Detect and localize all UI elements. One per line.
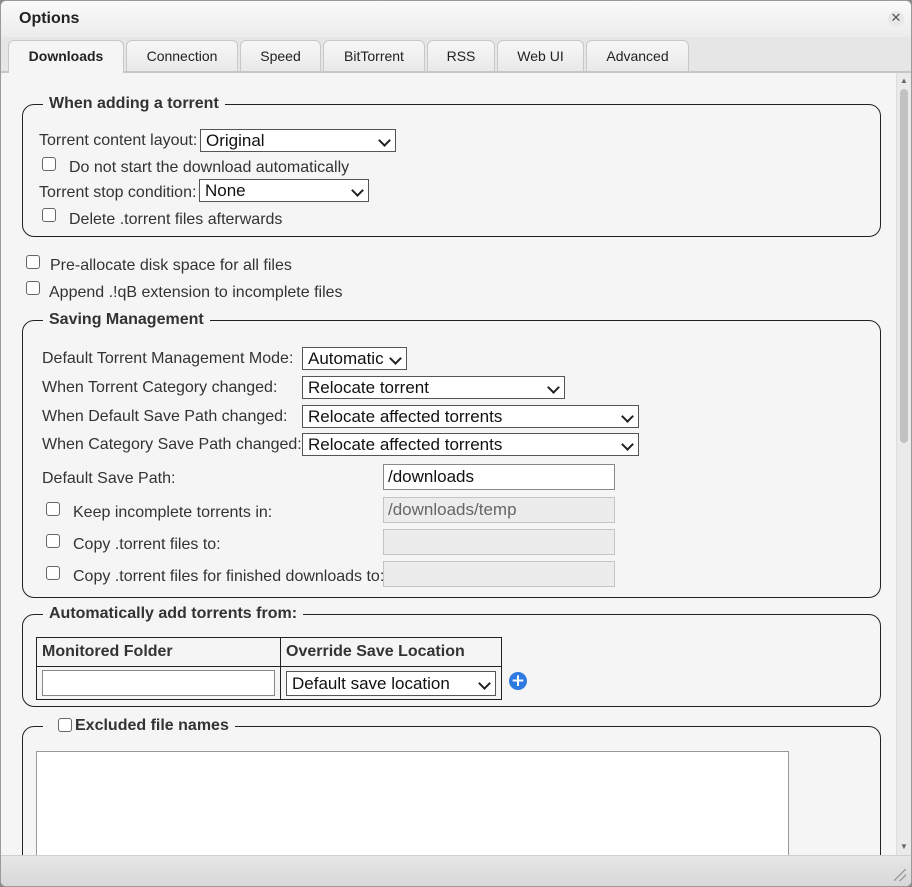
vertical-scrollbar[interactable]: ▲ ▼ bbox=[896, 73, 911, 855]
saving-management-legend: Saving Management bbox=[49, 311, 204, 328]
tab-bittorrent[interactable]: BitTorrent bbox=[323, 40, 425, 71]
excluded-checkbox[interactable] bbox=[58, 718, 72, 732]
resize-grip-icon[interactable] bbox=[894, 869, 906, 881]
chevron-down-icon bbox=[478, 677, 491, 690]
copy-finished-label: Copy .torrent files for finished downloa… bbox=[73, 568, 385, 585]
keep-incomplete-label: Keep incomplete torrents in: bbox=[73, 504, 273, 521]
copy-finished-checkbox[interactable] bbox=[46, 566, 60, 580]
copy-torrent-label: Copy .torrent files to: bbox=[73, 536, 221, 553]
tab-webui[interactable]: Web UI bbox=[497, 40, 584, 71]
stop-condition-select[interactable]: None bbox=[199, 179, 369, 202]
save-path-input[interactable]: /downloads bbox=[383, 464, 615, 490]
save-location-select[interactable]: Default save location bbox=[286, 671, 496, 696]
copy-finished-input[interactable] bbox=[383, 561, 615, 587]
default-path-changed-select[interactable]: Relocate affected torrents bbox=[302, 405, 639, 428]
category-changed-select[interactable]: Relocate torrent bbox=[302, 376, 565, 399]
monitored-folders-table: Monitored Folder Override Save Location … bbox=[36, 637, 502, 700]
no-autostart-label: Do not start the download automatically bbox=[69, 159, 350, 176]
adding-torrent-legend: When adding a torrent bbox=[49, 95, 219, 112]
table-row: Default save location bbox=[36, 666, 502, 700]
chevron-down-icon bbox=[547, 381, 560, 394]
dialog-footer bbox=[1, 855, 911, 886]
mode-select[interactable]: Automatic bbox=[302, 347, 407, 370]
scroll-thumb[interactable] bbox=[900, 89, 908, 443]
delete-torrent-checkbox[interactable] bbox=[42, 208, 56, 222]
stop-condition-label: Torrent stop condition: bbox=[39, 184, 197, 201]
category-changed-label: When Torrent Category changed: bbox=[42, 379, 278, 396]
default-path-changed-label: When Default Save Path changed: bbox=[42, 408, 288, 425]
options-dialog: Options ✕ Downloads Connection Speed Bit… bbox=[0, 0, 912, 887]
chevron-down-icon bbox=[389, 352, 402, 365]
stop-condition-value: None bbox=[205, 181, 246, 200]
monitored-folder-input[interactable] bbox=[42, 670, 275, 696]
default-path-changed-value: Relocate affected torrents bbox=[308, 407, 503, 426]
dialog-title: Options bbox=[19, 10, 80, 27]
chevron-down-icon bbox=[621, 438, 634, 451]
downloads-panel: When adding a torrent Torrent content la… bbox=[1, 73, 897, 855]
tab-downloads[interactable]: Downloads bbox=[8, 40, 124, 73]
chevron-down-icon bbox=[621, 410, 634, 423]
content-layout-select[interactable]: Original bbox=[200, 129, 396, 152]
tab-advanced[interactable]: Advanced bbox=[586, 40, 689, 71]
monitored-folder-header: Monitored Folder bbox=[36, 637, 281, 667]
excluded-names-textarea[interactable] bbox=[36, 751, 789, 855]
delete-torrent-label: Delete .torrent files afterwards bbox=[69, 211, 283, 228]
keep-incomplete-checkbox[interactable] bbox=[46, 502, 60, 516]
chevron-down-icon bbox=[351, 184, 364, 197]
mode-label: Default Torrent Management Mode: bbox=[42, 350, 294, 367]
category-path-changed-value: Relocate affected torrents bbox=[308, 435, 503, 454]
no-autostart-checkbox[interactable] bbox=[42, 157, 56, 171]
save-path-label: Default Save Path: bbox=[42, 470, 176, 487]
append-ext-checkbox[interactable] bbox=[26, 281, 40, 295]
content-layout-label: Torrent content layout: bbox=[39, 132, 198, 149]
mode-value: Automatic bbox=[308, 349, 384, 368]
preallocate-checkbox[interactable] bbox=[26, 255, 40, 269]
scroll-down-icon[interactable]: ▼ bbox=[899, 842, 909, 852]
autoadd-legend: Automatically add torrents from: bbox=[49, 605, 298, 622]
category-path-changed-label: When Category Save Path changed: bbox=[42, 436, 302, 453]
content-layout-value: Original bbox=[206, 131, 265, 150]
category-path-changed-select[interactable]: Relocate affected torrents bbox=[302, 433, 639, 456]
folder-cell bbox=[36, 666, 281, 700]
incomplete-path-input[interactable]: /downloads/temp bbox=[383, 497, 615, 523]
tab-speed[interactable]: Speed bbox=[240, 40, 321, 71]
title-bar[interactable]: Options ✕ bbox=[1, 1, 911, 38]
location-cell: Default save location bbox=[280, 666, 502, 700]
append-ext-label: Append .!qB extension to incomplete file… bbox=[49, 284, 343, 301]
copy-torrent-input[interactable] bbox=[383, 529, 615, 555]
close-icon[interactable]: ✕ bbox=[888, 11, 904, 27]
chevron-down-icon bbox=[378, 134, 391, 147]
save-location-value: Default save location bbox=[292, 674, 450, 693]
category-changed-value: Relocate torrent bbox=[308, 378, 429, 397]
copy-torrent-checkbox[interactable] bbox=[46, 534, 60, 548]
tab-bar: Downloads Connection Speed BitTorrent RS… bbox=[1, 37, 911, 73]
tab-rss[interactable]: RSS bbox=[427, 40, 495, 71]
tab-connection[interactable]: Connection bbox=[126, 40, 238, 71]
override-location-header: Override Save Location bbox=[280, 637, 502, 667]
preallocate-label: Pre-allocate disk space for all files bbox=[50, 257, 292, 274]
add-folder-icon[interactable]: + bbox=[509, 672, 527, 690]
scroll-up-icon[interactable]: ▲ bbox=[899, 76, 909, 86]
